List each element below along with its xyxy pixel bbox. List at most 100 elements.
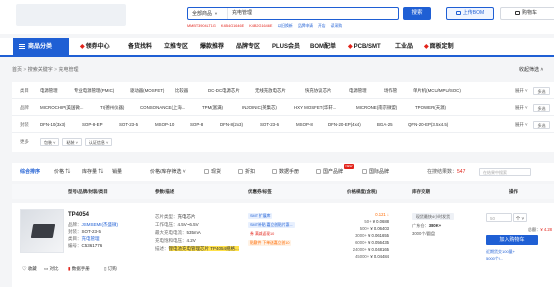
filter-option[interactable]: SOT-23-5 bbox=[119, 116, 138, 133]
favorite-action[interactable]: ♡ 收藏 bbox=[22, 266, 37, 272]
search-box[interactable]: 全部商品 ▼ 充电管理 bbox=[187, 7, 399, 20]
product-brand-link[interactable]: JSMSEMI(杰盛微) bbox=[82, 222, 119, 227]
search-category-select[interactable]: 全部商品 ▼ bbox=[188, 8, 228, 19]
field-value: C5361776 bbox=[81, 243, 103, 248]
filter-option[interactable]: 单片机(MCU/MPU/SOC) bbox=[413, 82, 461, 99]
hot-keyword[interactable]: K4B2G1646E bbox=[249, 24, 272, 28]
unit-select[interactable]: 个 ˅ bbox=[513, 213, 527, 222]
compare-action[interactable]: ▭ 对比 bbox=[44, 266, 59, 272]
nav-item-industrial[interactable]: 工业品 bbox=[395, 38, 413, 57]
sort-stock[interactable]: 库存量 ⇅ bbox=[82, 163, 103, 181]
order-note-link[interactable]: 近期货交100量+ bbox=[486, 249, 515, 255]
filter-option[interactable]: 比较器 bbox=[175, 82, 188, 99]
filter-option[interactable]: INJOINIC(英集芯) bbox=[242, 99, 277, 116]
nav-item-bom[interactable]: BOM配单 bbox=[310, 38, 336, 57]
collapse-filters-toggle[interactable]: 收起筛选 ˄ bbox=[519, 66, 543, 73]
hot-keyword[interactable]: 开店 bbox=[318, 24, 326, 28]
quantity-input[interactable]: 50 bbox=[486, 213, 512, 222]
promo-tag[interactable]: 贴敷件 下单送嘉立创10 bbox=[248, 240, 292, 246]
search-input[interactable]: 充电管理 bbox=[232, 8, 382, 19]
filter-option[interactable]: 驱动器(MOSFET) bbox=[130, 82, 164, 99]
hot-keyword[interactable]: 品牌申请 bbox=[298, 24, 313, 28]
product-category-link[interactable]: 充电管理 bbox=[82, 236, 100, 241]
hot-keyword[interactable]: MMBT3904LT1G bbox=[187, 24, 216, 28]
nav-item-pcb[interactable]: ◆PCB/SMT bbox=[348, 38, 381, 57]
filter-option[interactable]: HXY MOSFET(华轩... bbox=[294, 99, 336, 116]
filter-option[interactable]: BGA-25 bbox=[377, 116, 393, 133]
breadcrumb-item[interactable]: 首页 bbox=[12, 67, 22, 73]
order-note-link[interactable]: 5000个/... bbox=[486, 256, 503, 262]
filter-option[interactable]: 无线充放电芯片 bbox=[255, 82, 286, 99]
filter-option[interactable]: TPOWER(天源) bbox=[415, 99, 446, 116]
hot-keyword[interactable]: 以旧换新 bbox=[278, 24, 293, 28]
filter-option[interactable]: MSOP-10 bbox=[155, 116, 174, 133]
filter-dropdown-packing[interactable]: 包装 ˅ bbox=[40, 137, 60, 146]
nav-item-brands[interactable]: 品牌专区 bbox=[236, 38, 260, 57]
checkbox[interactable] bbox=[238, 169, 243, 175]
result-search-input[interactable]: 在结果中搜索 bbox=[479, 168, 531, 176]
filter-expand[interactable]: 展开 ˅ bbox=[515, 116, 528, 133]
check-datasheet[interactable]: 数据手册 bbox=[272, 163, 299, 181]
breadcrumb-item[interactable]: 搜索关键字 bbox=[28, 67, 53, 73]
filter-multi-select[interactable]: 多选 bbox=[533, 86, 550, 95]
logo[interactable] bbox=[16, 4, 126, 26]
check-international[interactable]: 国际品牌 bbox=[362, 163, 389, 181]
filter-option[interactable]: MICRONE(南京微盟) bbox=[356, 99, 397, 116]
filter-option[interactable]: SOP-8-EP bbox=[82, 116, 103, 133]
checkbox[interactable] bbox=[204, 169, 209, 175]
sort-price[interactable]: 价格 ⇅ bbox=[54, 163, 70, 181]
filter-dropdown-cert[interactable]: 认证信息 ˅ bbox=[84, 137, 113, 146]
filter-option[interactable]: SOP-8 bbox=[190, 116, 203, 133]
check-discount[interactable]: 折扣 bbox=[238, 163, 255, 181]
filter-expand[interactable]: 展开 ˅ bbox=[515, 99, 528, 116]
hot-keyword[interactable]: K4B4G1646E bbox=[221, 24, 244, 28]
filter-option[interactable]: 场作管 bbox=[384, 82, 397, 99]
sort-sales[interactable]: 销量 bbox=[112, 163, 122, 181]
category-menu-button[interactable]: 商品分类 bbox=[13, 38, 69, 57]
search-button[interactable]: 搜索 bbox=[403, 7, 431, 20]
nav-item-panel[interactable]: ◆面板定制 bbox=[424, 38, 454, 57]
check-domestic[interactable]: 国产品牌 bbox=[316, 163, 343, 181]
check-instock[interactable]: 现货 bbox=[204, 163, 221, 181]
filter-option[interactable]: QFN-20-EP(3.5x4.5) bbox=[408, 116, 448, 133]
cart-button[interactable]: 购物车 bbox=[500, 7, 554, 20]
filter-option[interactable]: TI(德州仪器) bbox=[100, 99, 124, 116]
coupon-tag[interactable]: 券 满减返现10 bbox=[248, 231, 276, 237]
nav-item-stock[interactable]: 备货找料 bbox=[128, 38, 152, 57]
order-action[interactable]: ▯ 订购 bbox=[104, 266, 117, 272]
filter-option[interactable]: TPM(富满) bbox=[202, 99, 223, 116]
filter-option[interactable]: DFN-10(3x3) bbox=[40, 116, 65, 133]
filter-option[interactable]: 电源管理 bbox=[349, 82, 367, 99]
checkbox[interactable] bbox=[272, 169, 277, 175]
filter-option[interactable]: MICROCHIP(美国微... bbox=[40, 99, 83, 116]
filter-multi-select[interactable]: 多选 bbox=[533, 103, 550, 112]
filter-multi-select[interactable]: 多选 bbox=[533, 120, 550, 129]
filter-dropdown-mount[interactable]: 粘装 ˅ bbox=[62, 137, 82, 146]
filter-option[interactable]: 专业电源管理(PMIC) bbox=[74, 82, 114, 99]
add-to-cart-button[interactable]: 加入购物车 bbox=[486, 235, 538, 245]
hot-keyword[interactable]: 读采购 bbox=[331, 24, 342, 28]
filter-option[interactable]: CONSONANCE(上海... bbox=[140, 99, 185, 116]
filter-option[interactable]: DC-DC电源芯片 bbox=[208, 82, 240, 99]
nav-item-hot[interactable]: 爆款推荐 bbox=[200, 38, 224, 57]
checkbox[interactable] bbox=[316, 169, 321, 175]
price-inventory-filter[interactable]: 价格/库存筛选 ˅ bbox=[150, 163, 186, 181]
sort-default[interactable]: 综合排序 bbox=[20, 163, 40, 181]
smt-tag[interactable]: SMT 扩展库 bbox=[248, 213, 273, 219]
product-image[interactable] bbox=[20, 209, 64, 253]
smt-subsidy-tag[interactable]: SMT补贴 嘉立创贴片惠... bbox=[248, 222, 295, 228]
filter-option[interactable]: DFN-20-EP(4x4) bbox=[328, 116, 361, 133]
nav-item-recommend[interactable]: 立推专区 bbox=[164, 38, 188, 57]
filter-option[interactable]: MSOP-8 bbox=[296, 116, 313, 133]
nav-item-plus[interactable]: PLUS会员 bbox=[272, 38, 300, 57]
nav-item-coupons[interactable]: ◆领券中心 bbox=[80, 38, 110, 57]
filter-option[interactable]: 快充协议芯片 bbox=[305, 82, 331, 99]
upload-bom-button[interactable]: 上传BOM bbox=[446, 7, 494, 20]
product-model[interactable]: TP4054 bbox=[68, 212, 89, 218]
filter-option[interactable]: 电源管理 bbox=[40, 82, 58, 99]
checkbox[interactable] bbox=[362, 169, 367, 175]
filter-expand[interactable]: 展开 ˅ bbox=[515, 82, 528, 99]
filter-option[interactable]: SOT-23-6 bbox=[260, 116, 279, 133]
filter-option[interactable]: DFN-8(2x3) bbox=[220, 116, 243, 133]
datasheet-action[interactable]: ▮ 数据手册 bbox=[68, 266, 90, 272]
